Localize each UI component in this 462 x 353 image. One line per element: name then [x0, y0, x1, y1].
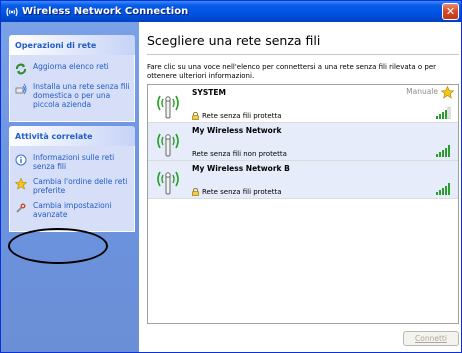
info-icon: [14, 153, 28, 167]
task-label: Cambia impostazioni avanzate: [33, 201, 112, 219]
signal-strength-icon: [436, 183, 450, 195]
network-name: My Wireless Network B: [192, 164, 290, 173]
page-title: Scegliere una rete senza fili: [147, 33, 321, 48]
star-icon: [14, 177, 28, 191]
task-label: Aggiorna elenco reti: [33, 62, 109, 71]
wireless-info-link[interactable]: Informazioni sulle reti senza fili: [14, 153, 130, 171]
task-label: Cambia l'ordine delle reti preferite: [33, 177, 128, 195]
network-list[interactable]: SYSTEM Manuale Rete senza fili protetta: [147, 84, 459, 324]
lock-icon: [192, 188, 199, 196]
network-tasks-panel: Operazioni di rete Aggiorna elenco reti: [9, 35, 135, 122]
network-status: Rete senza fili protetta: [192, 188, 282, 196]
network-row[interactable]: SYSTEM Manuale Rete senza fili protetta: [148, 85, 458, 123]
refresh-icon: [14, 62, 28, 76]
task-pane: Operazioni di rete Aggiorna elenco reti: [1, 22, 139, 352]
settings-icon: [14, 201, 28, 215]
divider: [147, 54, 459, 55]
change-preferred-order-link[interactable]: Cambia l'ordine delle reti preferite: [14, 177, 130, 195]
wireless-connection-window: Wireless Network Connection ✕ Operazioni…: [0, 0, 462, 353]
close-icon: ✕: [445, 5, 456, 18]
highlight-annotation: [8, 228, 108, 264]
network-row[interactable]: My Wireless Network B Rete senza fili pr…: [148, 161, 458, 199]
wireless-icon: [5, 5, 19, 19]
close-button[interactable]: ✕: [442, 3, 459, 20]
antenna-icon: [157, 171, 179, 195]
change-advanced-settings-link[interactable]: Cambia impostazioni avanzate: [14, 201, 130, 219]
network-tasks-title[interactable]: Operazioni di rete: [9, 35, 135, 55]
network-status-label: Rete senza fili protetta: [202, 112, 282, 120]
page-description: Fare clic su una voce nell'elenco per co…: [147, 63, 437, 80]
network-status-label: Rete senza fili protetta: [202, 188, 282, 196]
network-status: Rete senza fili non protetta: [192, 150, 287, 158]
network-row[interactable]: My Wireless Network Rete senza fili non …: [148, 123, 458, 161]
related-tasks-panel: Attività correlate Informazioni sulle re…: [9, 126, 135, 232]
antenna-icon: [157, 133, 179, 157]
window-title: Wireless Network Connection: [22, 6, 189, 17]
lock-icon: [192, 112, 199, 120]
network-status: Rete senza fili protetta: [192, 112, 282, 120]
network-name: My Wireless Network: [192, 126, 282, 135]
title-bar[interactable]: Wireless Network Connection ✕: [1, 1, 461, 22]
network-name: SYSTEM: [192, 88, 226, 97]
network-tasks-body: Aggiorna elenco reti Installa una rete s…: [9, 55, 135, 122]
setup-network-icon: [14, 82, 28, 96]
connect-button[interactable]: Connetti: [403, 331, 459, 346]
related-tasks-title[interactable]: Attività correlate: [9, 126, 135, 146]
task-label: Installa una rete senza fili domestica o…: [33, 82, 130, 109]
signal-strength-icon: [436, 145, 450, 157]
signal-strength-icon: [436, 107, 451, 119]
preferred-star-icon: [441, 86, 454, 99]
network-status-label: Rete senza fili non protetta: [192, 150, 287, 158]
setup-home-network-link[interactable]: Installa una rete senza fili domestica o…: [14, 82, 130, 109]
row-separator: [148, 198, 458, 199]
antenna-icon: [157, 95, 179, 119]
task-label: Informazioni sulle reti senza fili: [33, 153, 115, 171]
manual-badge: Manuale: [406, 87, 438, 96]
refresh-network-list-link[interactable]: Aggiorna elenco reti: [14, 62, 130, 76]
related-tasks-body: Informazioni sulle reti senza fili Cambi…: [9, 146, 135, 232]
main-content: Scegliere una rete senza fili Fare clic …: [139, 22, 461, 352]
